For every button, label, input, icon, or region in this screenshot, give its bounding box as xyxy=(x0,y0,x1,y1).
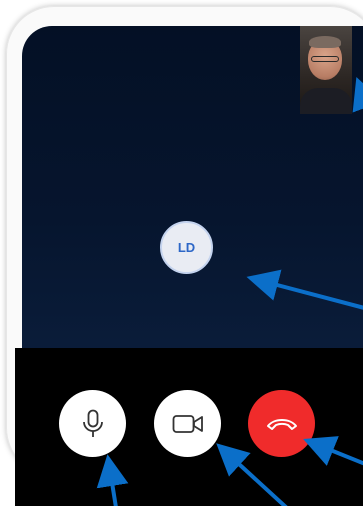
microphone-icon xyxy=(82,409,103,437)
self-view-glasses xyxy=(311,56,339,62)
toggle-camera-button[interactable] xyxy=(154,390,221,457)
mute-microphone-button[interactable] xyxy=(59,390,126,457)
self-view-video[interactable] xyxy=(300,26,352,114)
remote-participant-avatar: LD xyxy=(160,221,213,274)
end-call-button[interactable] xyxy=(248,390,315,457)
self-view-hair xyxy=(309,36,341,48)
stage: LD xyxy=(0,0,363,506)
hang-up-icon xyxy=(266,418,297,430)
self-view-shirt xyxy=(300,88,352,114)
video-camera-icon xyxy=(172,414,203,433)
avatar-initials: LD xyxy=(177,240,196,255)
